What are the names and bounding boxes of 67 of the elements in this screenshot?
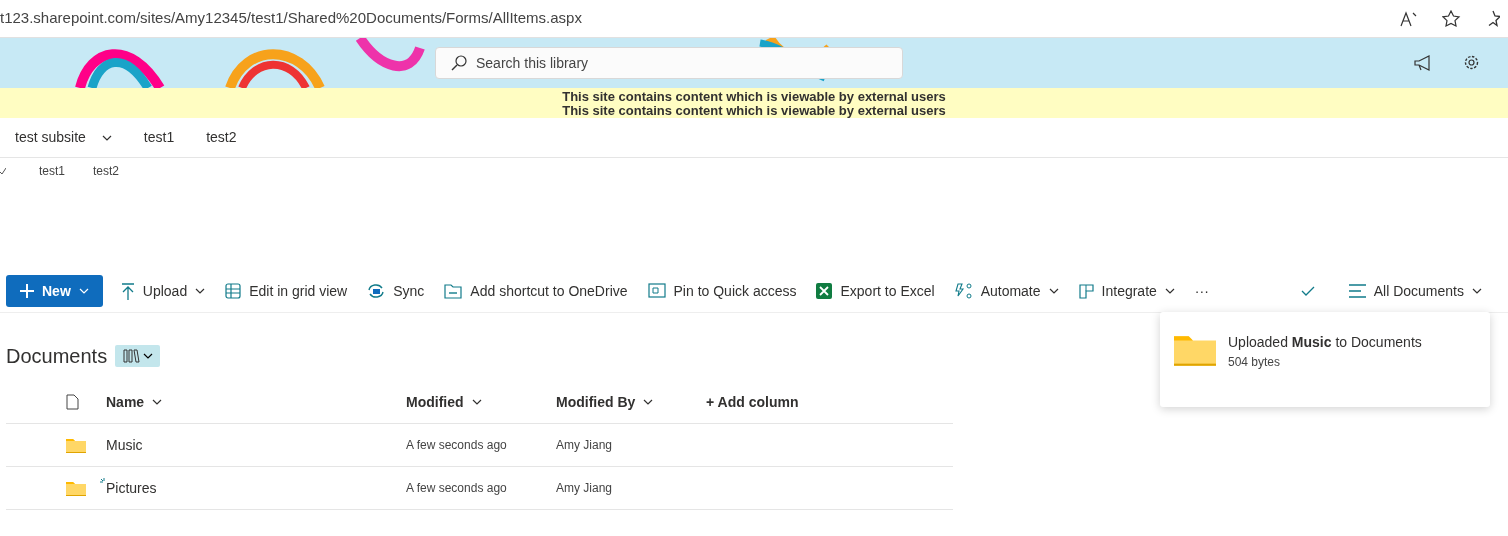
search-icon [451,55,467,71]
modified-text: A few seconds ago [406,481,507,495]
command-button[interactable]: Export to Excel [806,275,945,307]
external-users-notice: This site contains content which is viewable by external users [561,104,947,118]
chevron-icon [643,399,654,405]
folder-icon [66,437,86,453]
column-header[interactable]: Name [106,391,406,413]
command-button[interactable]: Upload [110,275,216,307]
check-icon [0,167,6,175]
notification-message: Uploaded Music to Documents [1228,333,1422,352]
library-switcher[interactable] [115,345,161,367]
folder-link-icon [444,283,463,299]
lines-icon [1348,284,1366,298]
external-users-notice: This site contains content which is viewable by external users [561,90,947,104]
chevron-icon [1164,288,1175,294]
subnav-link[interactable]: test2 [93,162,120,180]
modified-by-text: Amy Jiang [556,438,613,452]
file-name-link[interactable]: Pictures [100,479,157,496]
more-button[interactable]: ··· [1184,275,1219,307]
spreadsheet-icon [816,283,833,299]
settings-icon[interactable] [1463,54,1480,71]
file-size-text: 504 bytes [1228,354,1282,371]
megaphone-icon[interactable] [1414,55,1432,71]
spinner-icon [100,477,106,485]
nav-link[interactable]: test subsite [15,127,112,148]
view-switcher[interactable]: All Documents [1338,275,1492,307]
chevron-icon [78,288,89,294]
url-text[interactable]: t123.sharepoint.com/sites/Amy12345/test1/Shared%20Documents/Forms/AllItems.aspx [0,7,582,30]
upload-arrow-icon [120,282,135,300]
chevron-icon [1472,288,1482,294]
pin-icon [647,283,666,299]
layout-icon [1078,283,1094,299]
subnav-link[interactable]: test1 [39,162,65,180]
read-aloud-icon[interactable] [1400,10,1418,27]
plus-icon [20,284,34,298]
command-button[interactable]: Integrate [1068,275,1185,307]
new-button[interactable]: New [6,275,103,307]
file-type-icon [66,394,79,410]
modified-by-text: Amy Jiang [556,481,613,495]
chevron-icon [101,134,112,141]
nav-link[interactable]: test1 [143,127,175,148]
column-header[interactable]: Modified [406,391,556,413]
flow-icon [954,282,973,300]
add-column-button[interactable]: + Add column [706,391,799,413]
books-icon [122,349,140,363]
chevron-icon [471,399,482,405]
command-button[interactable]: Automate [944,275,1069,307]
command-button[interactable]: Edit in grid view [215,275,358,307]
nav-link[interactable]: test2 [206,127,237,148]
folder-icon [1174,334,1216,366]
chevron-icon [1048,288,1059,294]
column-header[interactable]: Modified By [556,391,706,413]
star-icon[interactable] [1442,9,1462,28]
search-field[interactable]: Search this library [435,47,903,79]
library-title: Documents [6,344,108,369]
chevron-icon [152,399,163,405]
modified-text: A few seconds ago [406,438,507,452]
command-button[interactable]: Add shortcut to OneDrive [434,275,638,307]
command-button[interactable]: Sync [357,275,435,307]
sync-icon [367,283,386,299]
chevron-icon [142,353,153,359]
folder-icon [66,480,86,496]
chevron-icon [195,288,206,294]
file-name-link[interactable]: Music [106,436,143,453]
grid-icon [225,283,242,299]
check-icon[interactable] [1300,286,1315,296]
command-button[interactable]: Pin to Quick access [637,275,807,307]
